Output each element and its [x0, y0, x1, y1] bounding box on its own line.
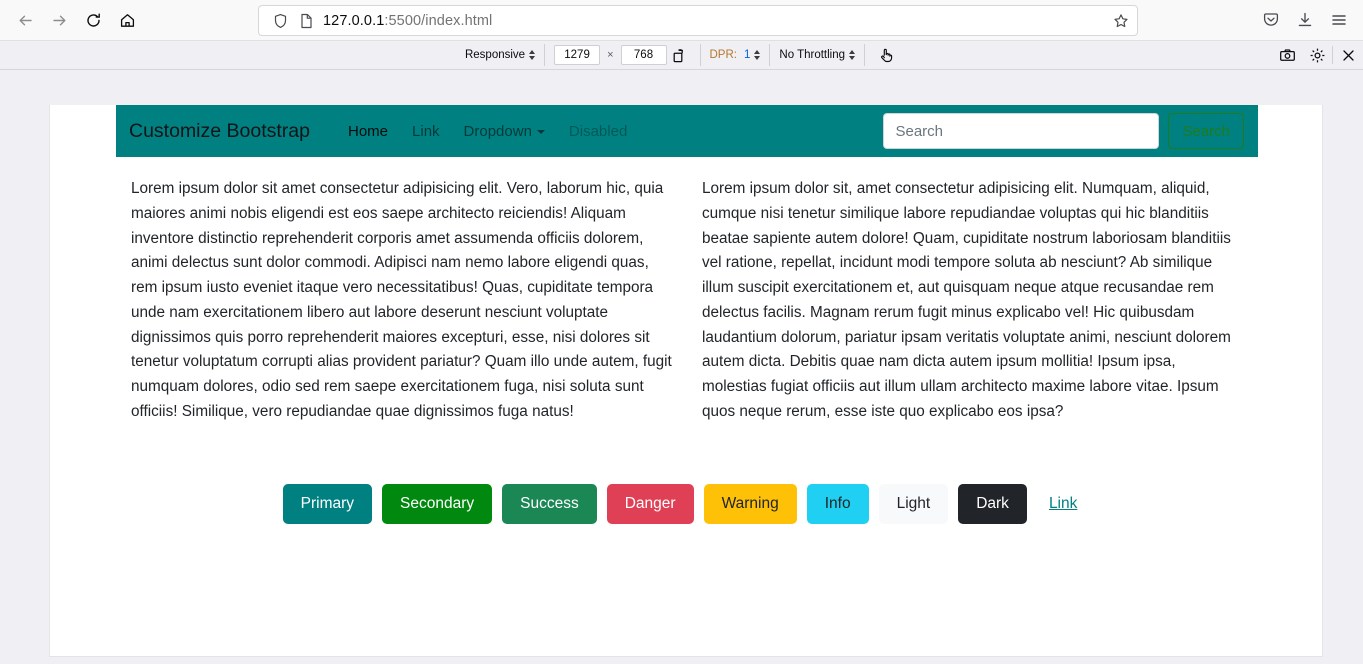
chevron-down-icon: [536, 129, 545, 134]
device-select-label: Responsive: [464, 49, 526, 61]
address-bar[interactable]: 127.0.0.1:5500/index.html: [258, 5, 1138, 36]
light-button[interactable]: Light: [878, 483, 949, 524]
chrome-right-actions: [1255, 4, 1355, 36]
rotate-icon: [673, 48, 683, 62]
page-content: Customize Bootstrap Home Link Dropdown D…: [50, 105, 1322, 524]
screenshot-button[interactable]: [1272, 41, 1302, 69]
left-column: Lorem ipsum dolor sit amet consectetur a…: [116, 177, 687, 425]
gear-icon: [1310, 48, 1324, 62]
nav-link-dropdown[interactable]: Dropdown: [452, 123, 557, 140]
url-path: :5500/index.html: [384, 12, 493, 29]
dark-button[interactable]: Dark: [958, 483, 1027, 524]
reload-button[interactable]: [76, 4, 110, 36]
chevron-updown-icon: [849, 50, 856, 60]
viewport-size-group: ×: [545, 44, 701, 66]
hand-pointer-icon: [881, 48, 893, 63]
browser-chrome: 127.0.0.1:5500/index.html: [0, 0, 1363, 41]
nav-dropdown-label: Dropdown: [463, 122, 532, 140]
home-button[interactable]: [110, 4, 144, 36]
secondary-button[interactable]: Secondary: [382, 483, 493, 524]
viewport-height-input[interactable]: [620, 45, 667, 65]
dpr-label: DPR:: [709, 49, 737, 61]
devtools-viewport-backdrop: Customize Bootstrap Home Link Dropdown D…: [0, 70, 1363, 664]
throttling-group: No Throttling: [770, 44, 866, 66]
dpr-group: DPR: 1: [701, 44, 771, 66]
home-icon: [120, 13, 134, 27]
info-button[interactable]: Info: [806, 483, 869, 524]
device-select[interactable]: Responsive: [464, 49, 536, 61]
left-paragraph: Lorem ipsum dolor sit amet consectetur a…: [131, 180, 672, 420]
nav-link-link[interactable]: Link: [400, 123, 452, 140]
rotate-viewport-button[interactable]: [667, 44, 691, 66]
navbar-brand[interactable]: Customize Bootstrap: [129, 120, 310, 143]
page-viewport: Customize Bootstrap Home Link Dropdown D…: [49, 105, 1323, 657]
responsive-design-mode-toolbar: Responsive × DPR: 1 No Throttling: [0, 41, 1363, 70]
device-select-group: Responsive: [456, 44, 546, 66]
page-document-icon: [293, 13, 319, 29]
dpr-select[interactable]: DPR: 1: [710, 49, 761, 61]
search-button[interactable]: Search: [1168, 113, 1244, 149]
network-throttling-select[interactable]: No Throttling: [779, 49, 856, 61]
navbar-search-form: Search: [883, 113, 1244, 149]
star-icon: [1114, 13, 1128, 27]
pocket-button[interactable]: [1255, 4, 1287, 36]
success-button[interactable]: Success: [502, 483, 597, 524]
app-menu-button[interactable]: [1323, 4, 1355, 36]
shield-icon: [267, 13, 293, 29]
navbar-links: Home Link Dropdown Disabled: [336, 123, 639, 140]
touch-simulation-button[interactable]: [874, 44, 898, 66]
downloads-button[interactable]: [1289, 4, 1321, 36]
search-input[interactable]: [883, 113, 1160, 149]
close-icon: [1342, 49, 1354, 61]
dpr-value: 1: [743, 49, 751, 61]
chevron-updown-icon: [529, 50, 536, 60]
warning-button[interactable]: Warning: [703, 483, 797, 524]
back-arrow-icon: [19, 15, 32, 25]
camera-icon: [1279, 48, 1295, 61]
bookmark-star-button[interactable]: [1108, 8, 1134, 33]
navbar: Customize Bootstrap Home Link Dropdown D…: [116, 105, 1258, 157]
chevron-updown-icon: [754, 50, 761, 60]
download-icon: [1298, 12, 1312, 27]
viewport-width-input[interactable]: [554, 45, 601, 65]
address-bar-container: 127.0.0.1:5500/index.html: [258, 5, 1138, 36]
link-button[interactable]: Link: [1037, 484, 1089, 524]
nav-link-home[interactable]: Home: [336, 123, 400, 140]
throttling-label: No Throttling: [779, 49, 846, 61]
nav-link-disabled: Disabled: [568, 122, 628, 140]
forward-arrow-icon: [52, 15, 65, 25]
rdm-settings-button[interactable]: [1302, 41, 1332, 69]
right-column: Lorem ipsum dolor sit, amet consectetur …: [687, 177, 1258, 425]
primary-button[interactable]: Primary: [282, 483, 373, 524]
back-button[interactable]: [8, 4, 42, 36]
right-paragraph: Lorem ipsum dolor sit, amet consectetur …: [702, 180, 1231, 420]
danger-button[interactable]: Danger: [606, 483, 694, 524]
url-host: 127.0.0.1: [323, 12, 385, 29]
url-text: 127.0.0.1:5500/index.html: [319, 13, 492, 29]
reload-icon: [86, 13, 100, 27]
rdm-right-actions: [1272, 41, 1363, 69]
pocket-icon: [1263, 13, 1279, 26]
close-rdm-button[interactable]: [1333, 41, 1363, 69]
forward-button[interactable]: [42, 4, 76, 36]
touch-simulation-group: [865, 44, 907, 66]
two-column-layout: Lorem ipsum dolor sit amet consectetur a…: [116, 157, 1258, 425]
rdm-controls: Responsive × DPR: 1 No Throttling: [0, 41, 1363, 69]
hamburger-menu-icon: [1332, 15, 1346, 25]
button-showcase-row: Primary Secondary Success Danger Warning…: [50, 483, 1322, 524]
dimension-separator: ×: [607, 49, 614, 61]
navigation-buttons: [0, 4, 144, 36]
